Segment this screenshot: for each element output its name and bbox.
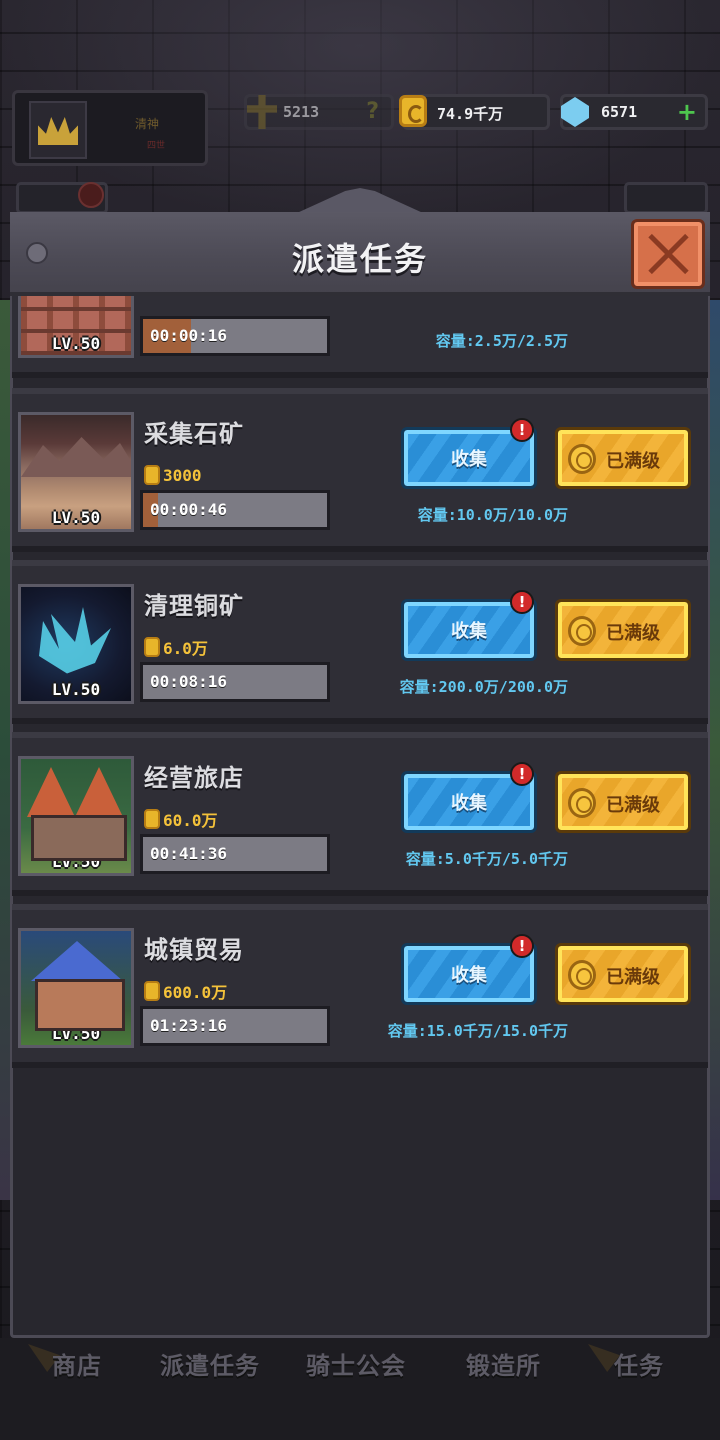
modal-header: 派遣任务: [10, 212, 710, 296]
task-cost: 60.0万: [144, 808, 218, 830]
alert-badge-icon: !: [510, 934, 534, 958]
max-level-label: 已满级: [606, 967, 660, 988]
task-row: LV.50 城镇贸易 600.0万 01:23:16 收集 ! 已满级 容量:1…: [12, 904, 708, 1068]
task-name: 城镇贸易: [144, 936, 244, 964]
timer-text: 00:00:16: [150, 326, 228, 345]
task-cost-value: 3000: [163, 465, 202, 485]
alert-icon-dim: [78, 182, 104, 208]
task-row: LV.50 采集石矿 3000 00:00:46 收集 ! 已满级 容量:10.…: [12, 388, 708, 552]
alert-badge-icon: !: [510, 418, 534, 442]
player-name: 清神: [135, 117, 160, 131]
row-divider: [12, 732, 708, 738]
task-thumbnail: LV.50: [18, 296, 134, 358]
task-cost: 6.0万: [144, 636, 208, 658]
gold-counter[interactable]: 74.9千万: [399, 94, 550, 130]
task-capacity: 容量:10.0万/10.0万: [417, 506, 568, 524]
gold-coin-icon: [144, 981, 160, 1001]
close-icon: [646, 230, 690, 278]
power-counter[interactable]: 5213 ?: [244, 94, 394, 130]
max-level-label: 已满级: [606, 795, 660, 816]
gold-coin-icon: [144, 637, 160, 657]
max-level-label: 已满级: [606, 623, 660, 644]
player-title: 四世: [147, 141, 166, 151]
gem-counter[interactable]: 6571 +: [560, 94, 708, 130]
task-timer: 00:08:16: [140, 662, 330, 702]
power-icon: [247, 95, 277, 129]
task-name: 经营旅店: [144, 764, 244, 792]
task-thumbnail: LV.50: [18, 584, 134, 704]
max-level-button[interactable]: 已满级: [555, 771, 691, 833]
task-timer: 00:41:36: [140, 834, 330, 874]
row-divider: [12, 904, 708, 910]
coin-icon: [568, 444, 596, 474]
alert-badge-icon: !: [510, 762, 534, 786]
collect-button-label: 收集: [451, 449, 487, 470]
power-value: 5213: [283, 103, 320, 121]
max-level-label: 已满级: [606, 451, 660, 472]
help-icon[interactable]: ?: [366, 99, 379, 124]
task-list[interactable]: LV.50 00:00:16 容量:2.5万/2.5万 LV.50 采集石矿 3…: [10, 296, 710, 1336]
task-capacity: 容量:2.5万/2.5万: [435, 332, 568, 350]
nav-dispatch[interactable]: 派遣任务: [160, 1346, 260, 1386]
gold-coin-icon: [144, 809, 160, 829]
player-profile-panel[interactable]: 清神 四世: [12, 90, 208, 166]
task-cost: 600.0万: [144, 980, 227, 1002]
task-name: 采集石矿: [144, 420, 244, 448]
coin-icon: [568, 960, 596, 990]
nav-forge[interactable]: 锻造所: [466, 1346, 541, 1386]
collect-button-label: 收集: [451, 793, 487, 814]
alert-badge-icon: !: [510, 590, 534, 614]
task-row: LV.50 清理铜矿 6.0万 00:08:16 收集 ! 已满级 容量:200…: [12, 560, 708, 724]
max-level-button[interactable]: 已满级: [555, 943, 691, 1005]
gold-value: 74.9千万: [437, 105, 504, 123]
task-level: LV.50: [51, 852, 101, 871]
task-cost: 3000: [144, 464, 202, 486]
task-row: LV.50 经营旅店 60.0万 00:41:36 收集 ! 已满级 容量:5.…: [12, 732, 708, 896]
task-thumbnail: LV.50: [18, 412, 134, 532]
side-tab-right[interactable]: [624, 182, 708, 214]
gem-value: 6571: [601, 103, 638, 121]
nav-shop[interactable]: 商店: [52, 1346, 102, 1386]
task-cost-value: 600.0万: [163, 983, 228, 1002]
task-level: LV.50: [51, 334, 101, 353]
gold-coin-icon: [399, 95, 427, 127]
timer-text: 00:41:36: [150, 844, 228, 863]
nav-quests[interactable]: 任务: [614, 1346, 664, 1386]
collect-button-label: 收集: [451, 965, 487, 986]
task-capacity: 容量:15.0千万/15.0千万: [387, 1022, 568, 1040]
add-gems-icon[interactable]: +: [677, 99, 697, 125]
task-timer: 00:00:46: [140, 490, 330, 530]
crown-icon: [38, 117, 78, 145]
row-divider: [12, 560, 708, 566]
gold-coin-icon: [144, 465, 160, 485]
task-timer: 00:00:16: [140, 316, 330, 356]
timer-text: 01:23:16: [150, 1016, 228, 1035]
timer-text: 00:00:46: [150, 500, 228, 519]
task-level: LV.50: [51, 508, 101, 527]
coin-icon: [568, 616, 596, 646]
task-cost-value: 60.0万: [163, 811, 218, 830]
task-timer: 01:23:16: [140, 1006, 330, 1046]
player-avatar: [29, 101, 87, 159]
max-level-button[interactable]: 已满级: [555, 427, 691, 489]
task-capacity: 容量:200.0万/200.0万: [399, 678, 568, 696]
close-button[interactable]: [631, 219, 705, 289]
timer-text: 00:08:16: [150, 672, 228, 691]
row-divider: [12, 388, 708, 394]
max-level-button[interactable]: 已满级: [555, 599, 691, 661]
gem-icon: [561, 97, 589, 127]
collect-button-label: 收集: [451, 621, 487, 642]
task-level: LV.50: [51, 1024, 101, 1043]
task-capacity: 容量:5.0千万/5.0千万: [405, 850, 568, 868]
task-row: LV.50 00:00:16 容量:2.5万/2.5万: [12, 296, 708, 378]
task-level: LV.50: [51, 680, 101, 699]
task-thumbnail: LV.50: [18, 756, 134, 876]
task-name: 清理铜矿: [144, 592, 244, 620]
task-thumbnail: LV.50: [18, 928, 134, 1048]
task-cost-value: 6.0万: [163, 639, 208, 658]
nav-guild[interactable]: 骑士公会: [306, 1346, 406, 1386]
coin-icon: [568, 788, 596, 818]
modal-title: 派遣任务: [291, 240, 428, 278]
